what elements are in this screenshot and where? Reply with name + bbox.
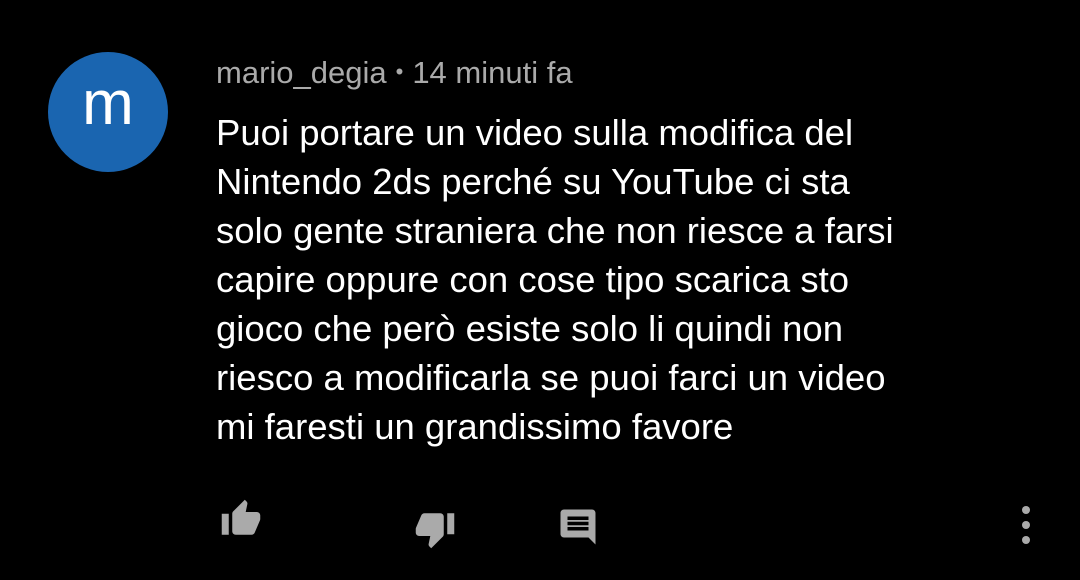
avatar-letter: m	[82, 69, 134, 138]
dislike-button[interactable]	[410, 508, 460, 550]
comment-line: Puoi portare un video sulla modifica del	[216, 112, 854, 153]
comment-line: riesco a modificarla se puoi farci un vi…	[216, 357, 886, 398]
comment-line: mi faresti un grandissimo favore	[216, 406, 734, 447]
comment-time[interactable]: 14 minuti fa	[412, 55, 572, 90]
comment-line: solo gente straniera che non riesce a fa…	[216, 210, 894, 251]
more-options-button[interactable]	[1014, 504, 1038, 546]
comment-meta: mario_degia • 14 minuti fa	[216, 54, 573, 95]
thumb-up-icon	[221, 499, 261, 535]
comment-icon	[560, 509, 596, 545]
meta-separator: •	[395, 59, 404, 84]
comment-line: capire oppure con cose tipo scarica sto	[216, 259, 850, 300]
comment-line: Nintendo 2ds perché su YouTube ci sta	[216, 161, 850, 202]
avatar[interactable]: m	[48, 52, 168, 172]
like-button[interactable]	[216, 498, 266, 540]
comment-text: Puoi portare un video sulla modifica del…	[216, 108, 1016, 451]
reply-button[interactable]	[556, 506, 600, 548]
comment-line: gioco che però esiste solo li quindi non	[216, 308, 843, 349]
author-name[interactable]: mario_degia	[216, 55, 387, 90]
thumb-down-icon	[415, 513, 455, 549]
more-vert-icon	[1022, 506, 1030, 544]
